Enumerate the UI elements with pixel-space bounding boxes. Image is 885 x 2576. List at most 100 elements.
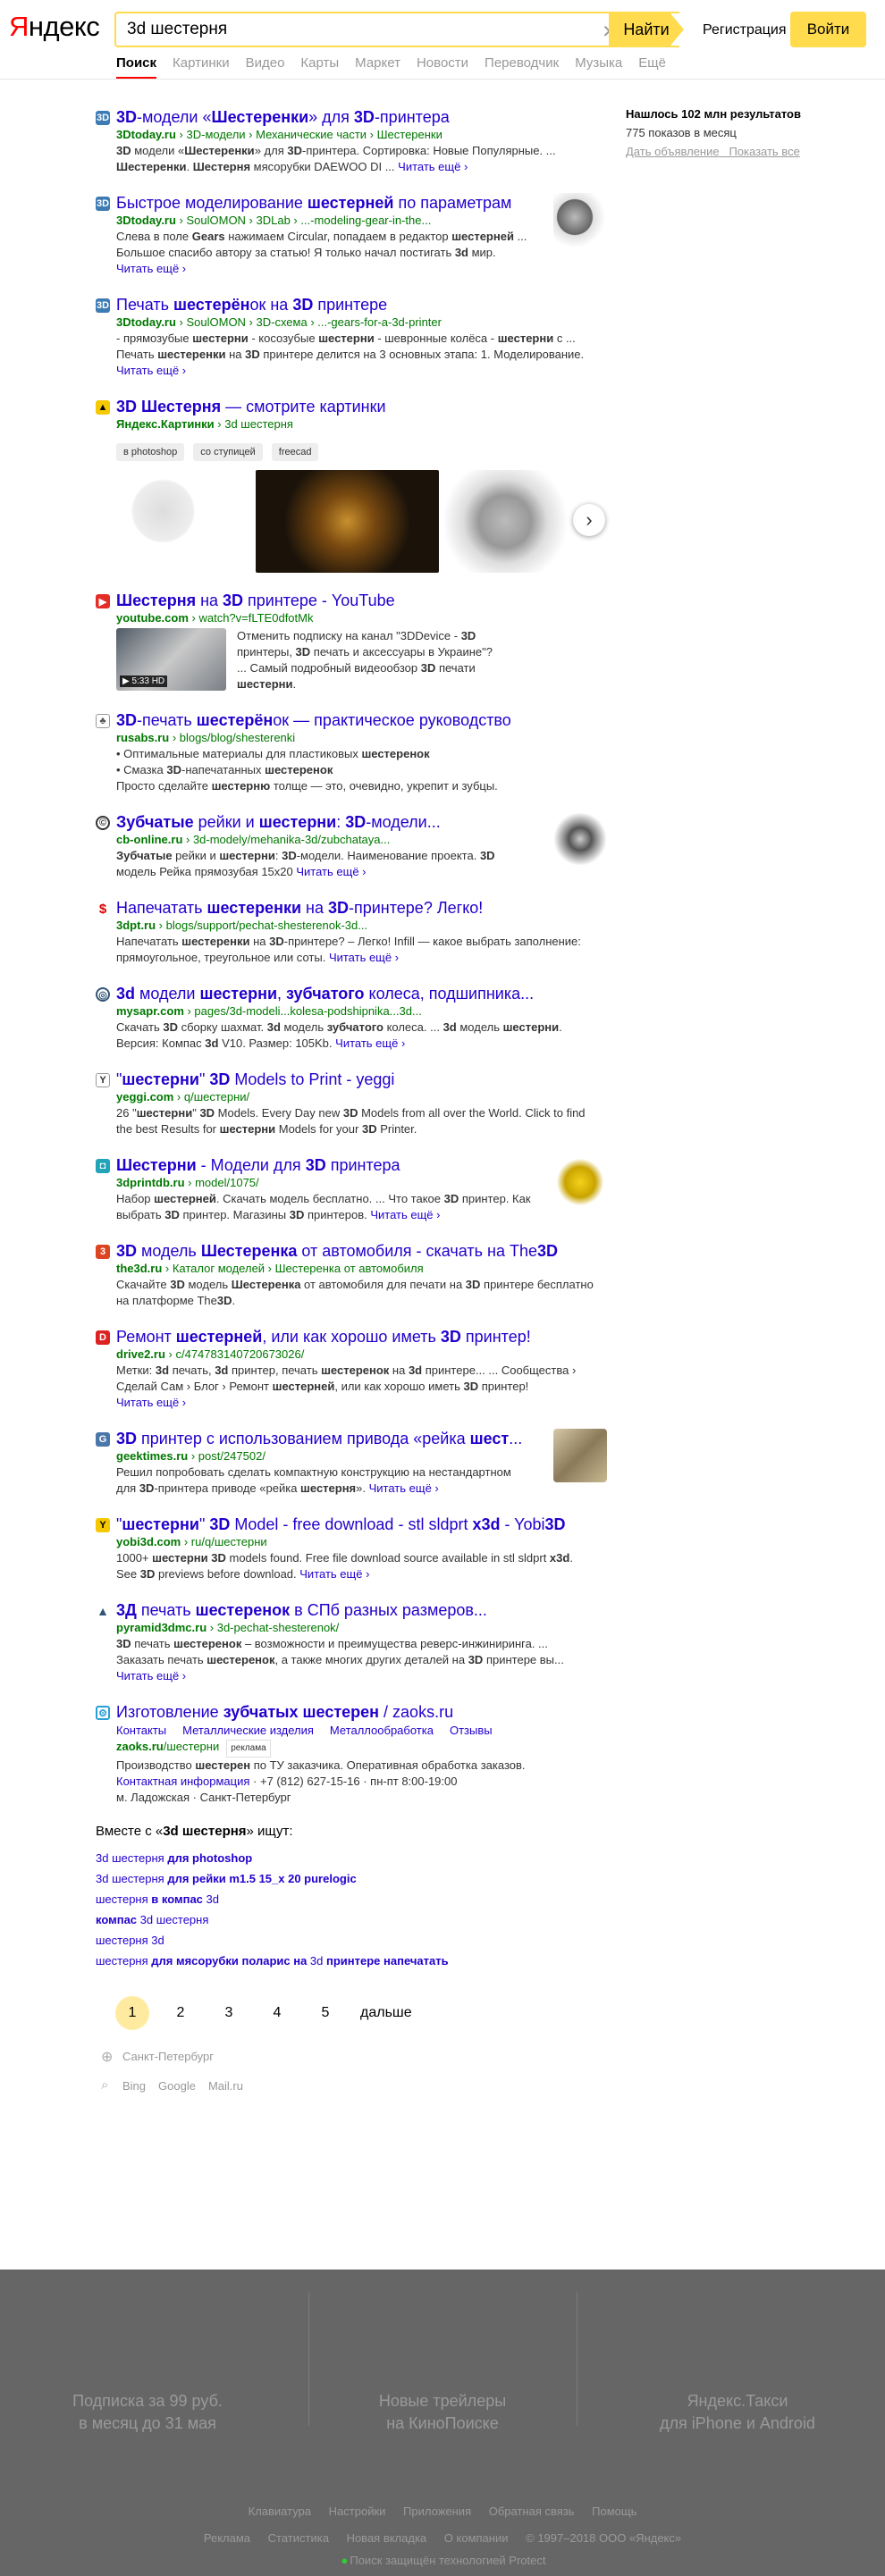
- result-title[interactable]: Изготовление зубчатых шестерен / zaoks.r…: [116, 1702, 596, 1722]
- result-url[interactable]: 3Dtoday.ru › SoulOMON › 3D-схема › ...-g…: [116, 315, 596, 331]
- related-link[interactable]: шестерня 3d: [96, 1930, 596, 1951]
- read-more-link[interactable]: Читать ещё ›: [398, 160, 468, 173]
- footer-link[interactable]: Обратная связь: [489, 2505, 575, 2518]
- result-url[interactable]: Яндекс.Картинки › 3d шестерня: [116, 416, 596, 432]
- related-link[interactable]: шестерня для мясорубки поларис на 3d при…: [96, 1951, 596, 1971]
- video-thumbnail[interactable]: ▶ 5:33 HD: [116, 628, 226, 691]
- result-title[interactable]: Шестерни - Модели для 3D принтера: [116, 1155, 534, 1175]
- tab-music[interactable]: Музыка: [575, 55, 622, 80]
- search-input[interactable]: [127, 13, 520, 46]
- result-title[interactable]: Ремонт шестерней, или как хорошо иметь 3…: [116, 1327, 596, 1347]
- place-ad-link[interactable]: Дать объявление: [626, 145, 720, 158]
- result-url[interactable]: zaoks.ru/шестерни реклама: [116, 1739, 596, 1758]
- result-thumbnail[interactable]: [553, 1155, 607, 1209]
- register-link[interactable]: Регистрация: [703, 22, 787, 38]
- sitelink-reviews[interactable]: Отзывы: [450, 1724, 493, 1737]
- related-link[interactable]: шестерня в компас 3d: [96, 1889, 596, 1909]
- result-title[interactable]: 3D-печать шестерёнок — практическое руко…: [116, 710, 596, 730]
- show-all-link[interactable]: Показать все: [729, 145, 799, 158]
- search-button[interactable]: Найти: [609, 12, 684, 47]
- result-bullet[interactable]: • Смазка 3D-напечатанных шестеренок: [116, 762, 596, 778]
- chip-freecad[interactable]: freecad: [271, 443, 319, 461]
- read-more-link[interactable]: Читать ещё ›: [370, 1208, 440, 1221]
- footer-link[interactable]: Помощь: [592, 2505, 636, 2518]
- result-url[interactable]: the3d.ru › Каталог моделей › Шестеренка …: [116, 1261, 596, 1277]
- result-title[interactable]: Напечатать шестеренки на 3D-принтере? Ле…: [116, 898, 596, 918]
- result-url[interactable]: 3Dtoday.ru › SoulOMON › 3DLab › ...-mode…: [116, 213, 534, 229]
- result-thumbnail[interactable]: [553, 812, 607, 866]
- engine-google[interactable]: Google: [158, 2079, 196, 2093]
- result-bullet[interactable]: • Оптимальные материалы для пластиковых …: [116, 746, 596, 762]
- result-url[interactable]: 3dpt.ru › blogs/support/pechat-shesteren…: [116, 918, 596, 934]
- footer-link[interactable]: Новая вкладка: [347, 2531, 427, 2545]
- footer-link[interactable]: Настройки: [329, 2505, 386, 2518]
- result-url[interactable]: mysapr.com › pages/3d-modeli...kolesa-po…: [116, 1003, 596, 1019]
- next-page-link[interactable]: дальше: [360, 2005, 412, 2021]
- result-title[interactable]: 3D модель Шестеренка от автомобиля - ска…: [116, 1241, 596, 1261]
- result-url[interactable]: geektimes.ru › post/247502/: [116, 1448, 534, 1464]
- footer-link[interactable]: О компании: [444, 2531, 509, 2545]
- related-link[interactable]: компас 3d шестерня: [96, 1909, 596, 1930]
- read-more-link[interactable]: Читать ещё ›: [329, 951, 399, 964]
- result-title[interactable]: 3D Шестерня — смотрите картинки: [116, 397, 596, 416]
- result-title[interactable]: 3d модели шестерни, зубчатого колеса, по…: [116, 984, 596, 1003]
- page-link[interactable]: 2: [164, 1996, 198, 2030]
- tab-translate[interactable]: Переводчик: [485, 55, 559, 80]
- chip-hub[interactable]: со ступицей: [193, 443, 263, 461]
- sitelink-contacts[interactable]: Контакты: [116, 1724, 166, 1737]
- yandex-logo[interactable]: Яндекс: [9, 11, 100, 43]
- result-title[interactable]: 3D принтер с использованием привода «рей…: [116, 1429, 534, 1448]
- read-more-link[interactable]: Читать ещё ›: [296, 865, 366, 878]
- tab-news[interactable]: Новости: [417, 55, 468, 80]
- page-link[interactable]: 3: [212, 1996, 246, 2030]
- result-title[interactable]: Шестерня на 3D принтере - YouTube: [116, 591, 596, 610]
- gallery-image[interactable]: [116, 470, 250, 573]
- tab-images[interactable]: Картинки: [173, 55, 230, 80]
- read-more-link[interactable]: Читать ещё ›: [116, 262, 186, 275]
- footer-link[interactable]: Статистика: [268, 2531, 329, 2545]
- tab-market[interactable]: Маркет: [355, 55, 400, 80]
- read-more-link[interactable]: Читать ещё ›: [116, 364, 186, 377]
- gallery-next-icon[interactable]: ›: [573, 504, 605, 536]
- read-more-link[interactable]: Читать ещё ›: [116, 1669, 186, 1682]
- chip-photoshop[interactable]: в photoshop: [116, 443, 185, 461]
- contact-info-link[interactable]: Контактная информация: [116, 1775, 249, 1788]
- promo-taxi[interactable]: Яндекс.Такси для iPhone и Android: [590, 2270, 885, 2448]
- sitelink-metalworking[interactable]: Металлообработка: [330, 1724, 434, 1737]
- result-url[interactable]: 3Dtoday.ru › 3D-модели › Механические ча…: [116, 127, 596, 143]
- related-link[interactable]: 3d шестерня для photoshop: [96, 1848, 596, 1868]
- result-title[interactable]: "шестерни" 3D Models to Print - yeggi: [116, 1070, 596, 1089]
- footer-link[interactable]: Клавиатура: [249, 2505, 311, 2518]
- page-link[interactable]: 5: [308, 1996, 342, 2030]
- tab-video[interactable]: Видео: [246, 55, 285, 80]
- login-button[interactable]: Войти: [790, 12, 866, 47]
- result-url[interactable]: cb-online.ru › 3d-modely/mehanika-3d/zub…: [116, 832, 534, 848]
- result-title[interactable]: 3D-модели «Шестеренки» для 3D-принтера: [116, 107, 596, 127]
- result-url[interactable]: yeggi.com › q/шестерни/: [116, 1089, 596, 1105]
- result-url[interactable]: 3dprintdb.ru › model/1075/: [116, 1175, 534, 1191]
- result-thumbnail[interactable]: [553, 193, 607, 247]
- promo-kinopoisk[interactable]: Новые трейлеры на КиноПоиске: [295, 2270, 590, 2448]
- related-link[interactable]: 3d шестерня для рейки m1.5 15_x 20 purel…: [96, 1868, 596, 1889]
- footer-link[interactable]: Реклама: [204, 2531, 250, 2545]
- gallery-image[interactable]: [256, 470, 439, 573]
- result-url[interactable]: drive2.ru › c/474783140720673026/: [116, 1347, 596, 1363]
- tab-maps[interactable]: Карты: [300, 55, 339, 80]
- footer-link[interactable]: Приложения: [403, 2505, 471, 2518]
- result-title[interactable]: Быстрое моделирование шестерней по парам…: [116, 193, 534, 213]
- read-more-link[interactable]: Читать ещё ›: [369, 1481, 439, 1495]
- result-title[interactable]: "шестерни" 3D Model - free download - st…: [116, 1515, 596, 1534]
- result-title[interactable]: Печать шестерёнок на 3D принтере: [116, 295, 596, 315]
- engine-mailru[interactable]: Mail.ru: [208, 2079, 243, 2093]
- read-more-link[interactable]: Читать ещё ›: [335, 1036, 405, 1050]
- sitelink-metal-products[interactable]: Металлические изделия: [182, 1724, 314, 1737]
- result-thumbnail[interactable]: [553, 1429, 607, 1482]
- result-url[interactable]: youtube.com › watch?v=fLTE0dfotMk: [116, 610, 596, 626]
- page-link[interactable]: 4: [260, 1996, 294, 2030]
- result-url[interactable]: yobi3d.com › ru/q/шестерни: [116, 1534, 596, 1550]
- promo-subscription[interactable]: Подписка за 99 руб. в месяц до 31 мая: [0, 2270, 295, 2448]
- tab-more[interactable]: Ещё: [638, 55, 666, 80]
- result-url[interactable]: pyramid3dmc.ru › 3d-pechat-shesterenok/: [116, 1620, 596, 1636]
- region-selector[interactable]: ⊕ Санкт-Петербург: [96, 2050, 596, 2065]
- result-url[interactable]: rusabs.ru › blogs/blog/shesterenki: [116, 730, 596, 746]
